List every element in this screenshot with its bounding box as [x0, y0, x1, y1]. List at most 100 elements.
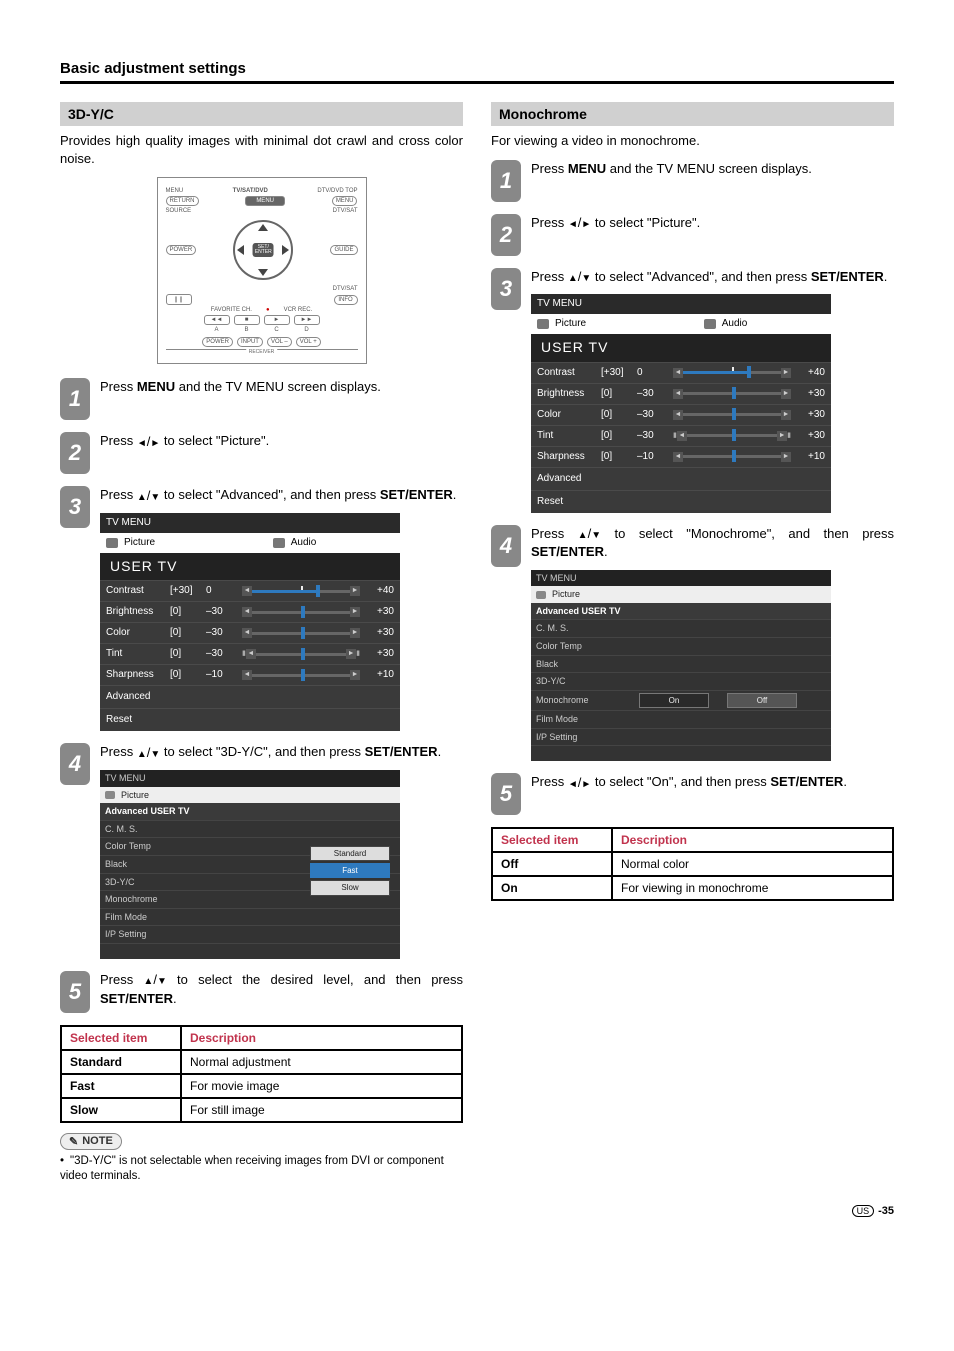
left-arrow-icon[interactable] — [237, 245, 244, 255]
menu-item[interactable]: 3D-Y/C — [105, 876, 190, 889]
slider-right-icon[interactable]: ► — [350, 586, 360, 596]
input-button[interactable]: INPUT — [237, 337, 263, 347]
tvmenu-row[interactable]: Sharpness[0]–10◄►+10 — [531, 446, 831, 467]
step-text: Press MENU and the TV MENU screen displa… — [100, 378, 463, 396]
slider-left-icon[interactable]: ◄ — [242, 586, 252, 596]
menu-button[interactable]: MENU — [245, 196, 285, 206]
tvmenu-row[interactable]: Tint[0]–30▮◄►▮+30 — [100, 643, 400, 664]
tvmenu-row[interactable]: Brightness[0]–30◄►+30 — [531, 383, 831, 404]
slider-right-icon[interactable]: ► — [781, 452, 791, 462]
menu-item-advanced[interactable]: Advanced — [531, 467, 831, 490]
slider-left-icon[interactable]: ◄ — [673, 389, 683, 399]
right-arrow-icon[interactable] — [282, 245, 289, 255]
slider-left-icon[interactable]: ◄ — [677, 431, 687, 441]
slider-right-icon[interactable]: ► — [350, 607, 360, 617]
slider[interactable]: ◄► — [242, 607, 360, 617]
tvmenu-row[interactable]: Contrast[+30]0◄►+40 — [531, 362, 831, 383]
option-slow[interactable]: Slow — [310, 880, 390, 895]
tab-audio[interactable]: Audio — [291, 536, 317, 550]
slider[interactable]: ◄► — [242, 670, 360, 680]
slider[interactable]: ◄► — [673, 368, 791, 378]
section-header-3dyc: 3D-Y/C — [60, 102, 463, 126]
slider[interactable]: ◄► — [673, 389, 791, 399]
rewind-button[interactable]: ◄◄ — [204, 315, 230, 325]
menu-item[interactable]: 3D-Y/C — [536, 675, 621, 688]
option-fast[interactable]: Fast — [310, 863, 390, 878]
slider[interactable]: ◄► — [242, 586, 360, 596]
slider-right-icon[interactable]: ► — [350, 628, 360, 638]
option-on[interactable]: On — [639, 693, 709, 708]
vol-down-button[interactable]: VOL – — [267, 337, 292, 347]
slider-left-icon[interactable]: ◄ — [242, 607, 252, 617]
slider-right-icon[interactable]: ► — [781, 389, 791, 399]
slider-right-icon[interactable]: ► — [350, 670, 360, 680]
set-enter-button[interactable]: SET/ENTER — [253, 243, 274, 257]
tab-picture[interactable]: Picture — [124, 536, 155, 550]
menu-item-reset[interactable]: Reset — [531, 490, 831, 513]
menu-item[interactable]: C. M. S. — [105, 823, 190, 836]
option-standard[interactable]: Standard — [310, 846, 390, 861]
picture-icon — [105, 791, 115, 799]
slider[interactable]: ◄► — [673, 410, 791, 420]
stop-button[interactable]: ■ — [234, 315, 260, 325]
down-arrow-icon[interactable] — [258, 269, 268, 276]
tvmenu-row[interactable]: Contrast[+30]0◄►+40 — [100, 580, 400, 601]
slider[interactable]: ▮◄►▮ — [673, 431, 791, 441]
menu-item[interactable]: C. M. S. — [536, 622, 621, 635]
slider-left-icon[interactable]: ◄ — [242, 670, 252, 680]
slider[interactable]: ◄► — [673, 452, 791, 462]
menu-item[interactable]: Film Mode — [536, 713, 621, 726]
slider-left-icon[interactable]: ◄ — [673, 410, 683, 420]
slider[interactable]: ▮◄►▮ — [242, 649, 360, 659]
menu-item-reset[interactable]: Reset — [100, 708, 400, 731]
vol-up-button[interactable]: VOL + — [296, 337, 321, 347]
tab-picture[interactable]: Picture — [555, 317, 586, 331]
tab-audio[interactable]: Audio — [722, 317, 748, 331]
slider-left-icon[interactable]: ◄ — [673, 368, 683, 378]
row-default: [0] — [170, 668, 200, 682]
menu-item[interactable]: Color Temp — [105, 840, 190, 853]
guide-button[interactable]: GUIDE — [330, 245, 357, 255]
tvmenu-row[interactable]: Sharpness[0]–10◄►+10 — [100, 664, 400, 685]
advanced-menu-panel: TV MENU Picture Advanced USER TV C. M. S… — [100, 770, 400, 959]
slider-right-icon[interactable]: ► — [781, 410, 791, 420]
slider[interactable]: ◄► — [242, 628, 360, 638]
up-arrow-icon[interactable] — [258, 224, 268, 231]
slider-left-icon[interactable]: ◄ — [246, 649, 256, 659]
advmenu-subtitle: Advanced USER TV — [100, 803, 400, 820]
tvmenu-row[interactable]: Color[0]–30◄►+30 — [531, 404, 831, 425]
rcv-power-button[interactable]: POWER — [202, 337, 233, 347]
menu-item-advanced[interactable]: Advanced — [100, 685, 400, 708]
row-max: +30 — [797, 429, 825, 443]
tab-picture[interactable]: Picture — [552, 588, 580, 601]
menu-item[interactable]: Black — [105, 858, 190, 871]
table-cell: For movie image — [181, 1074, 462, 1098]
power-button[interactable]: POWER — [166, 245, 197, 255]
slider-left-icon[interactable]: ◄ — [242, 628, 252, 638]
intro-monochrome: For viewing a video in monochrome. — [491, 132, 894, 150]
menu-item[interactable]: I/P Setting — [536, 731, 621, 744]
tvmenu-row[interactable]: Color[0]–30◄►+30 — [100, 622, 400, 643]
menu-item[interactable]: I/P Setting — [105, 928, 190, 941]
slider-right-icon[interactable]: ► — [777, 431, 787, 441]
slider-left-icon[interactable]: ◄ — [673, 452, 683, 462]
tab-picture[interactable]: Picture — [121, 789, 149, 802]
slider-right-icon[interactable]: ► — [781, 368, 791, 378]
menu-item[interactable]: Monochrome — [105, 893, 190, 906]
menu-item[interactable]: Film Mode — [105, 911, 190, 924]
menu-item[interactable]: Black — [536, 658, 621, 671]
dpad[interactable]: SET/ENTER — [233, 220, 293, 280]
pause-button[interactable]: ❙❙ — [166, 294, 192, 305]
return-button[interactable]: RETURN — [166, 196, 199, 206]
remote-label: FAVORITE CH. — [211, 307, 252, 313]
option-off[interactable]: Off — [727, 693, 797, 708]
tvmenu-row[interactable]: Tint[0]–30▮◄►▮+30 — [531, 425, 831, 446]
info-button[interactable]: INFO — [334, 295, 358, 305]
tvmenu-row[interactable]: Brightness[0]–30◄►+30 — [100, 601, 400, 622]
menu2-button[interactable]: MENU — [332, 196, 358, 206]
ff-button[interactable]: ►► — [294, 315, 320, 325]
slider-right-icon[interactable]: ► — [346, 649, 356, 659]
menu-item[interactable]: Monochrome — [536, 694, 621, 707]
play-button[interactable]: ► — [264, 315, 290, 325]
menu-item[interactable]: Color Temp — [536, 640, 621, 653]
